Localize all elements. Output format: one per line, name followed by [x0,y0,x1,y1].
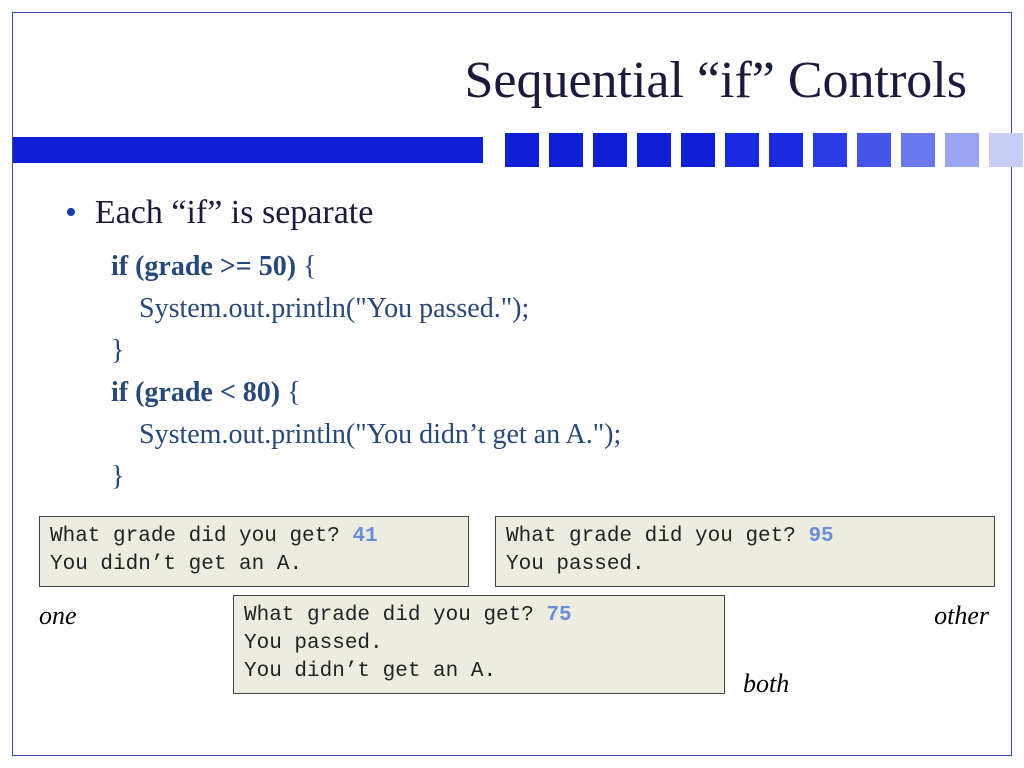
code-line-3: } [111,330,981,372]
output-row: What grade did you get? 41 You didn’t ge… [39,516,995,587]
label-other: other [934,601,989,631]
output-2-line-1: What grade did you get? 95 [506,523,984,551]
output-3-num: 75 [546,604,571,627]
content-area: • Each “if” is separate if (grade >= 50)… [13,166,1011,498]
label-one: one [39,601,77,631]
code-line-5: System.out.println("You didn’t get an A.… [111,414,981,456]
stripe-square [725,133,759,167]
stripe-square [637,133,671,167]
output-3-prompt: What grade did you get? [244,604,546,627]
output-2-prompt: What grade did you get? [506,525,808,548]
stripe-square [901,133,935,167]
stripe-square [593,133,627,167]
stripe-bar [13,137,483,163]
stripe-square [505,133,539,167]
output-2-line-2: You passed. [506,551,984,579]
code-line-1: if (grade >= 50) { [111,246,981,288]
stripe-square [681,133,715,167]
output-1-line-2: You didn’t get an A. [50,551,458,579]
output-2-num: 95 [808,525,833,548]
code-brace-1: { [296,251,316,282]
code-line-6: } [111,456,981,498]
code-kw-1: if (grade >= 50) [111,251,296,282]
bottom-area: one other What grade did you get? 75 You… [13,595,1011,735]
output-3-line-2: You passed. [244,630,714,658]
stripe-squares [505,133,1024,167]
code-line-4: if (grade < 80) { [111,372,981,414]
output-box-1: What grade did you get? 41 You didn’t ge… [39,516,469,587]
output-box-3: What grade did you get? 75 You passed. Y… [233,595,725,694]
code-line-2: System.out.println("You passed."); [111,288,981,330]
output-3-line-3: You didn’t get an A. [244,658,714,686]
bullet-item: • Each “if” is separate [65,194,981,232]
stripe-square [769,133,803,167]
stripe-square [989,133,1023,167]
code-block: if (grade >= 50) { System.out.println("Y… [111,246,981,498]
output-box-2: What grade did you get? 95 You passed. [495,516,995,587]
bullet-dot: • [65,196,77,230]
decorative-stripe [13,134,1011,166]
stripe-square [813,133,847,167]
stripe-square [549,133,583,167]
stripe-square [945,133,979,167]
output-1-line-1: What grade did you get? 41 [50,523,458,551]
output-3-line-1: What grade did you get? 75 [244,602,714,630]
bullet-text: Each “if” is separate [95,194,373,232]
output-1-num: 41 [352,525,377,548]
slide: Sequential “if” Controls • Each “if” is … [12,12,1012,756]
label-both: both [743,669,789,699]
output-1-prompt: What grade did you get? [50,525,352,548]
code-kw-2: if (grade < 80) [111,377,280,408]
code-brace-2: { [280,377,300,408]
slide-title: Sequential “if” Controls [13,13,1011,128]
stripe-square [857,133,891,167]
